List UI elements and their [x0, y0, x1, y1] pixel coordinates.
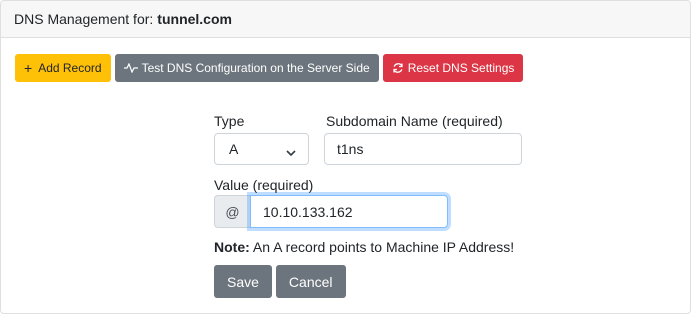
toolbar: + Add Record Test DNS Configuration on t…	[15, 54, 524, 82]
dns-management-card: DNS Management for: tunnel.com + Add Rec…	[0, 0, 691, 314]
form-actions: Save Cancel	[214, 265, 346, 298]
type-select-value: A	[229, 141, 239, 157]
add-record-button[interactable]: + Add Record	[15, 54, 111, 82]
test-dns-button[interactable]: Test DNS Configuration on the Server Sid…	[114, 54, 379, 82]
reset-dns-label: Reset DNS Settings	[407, 61, 515, 75]
value-prefix-addon: @	[214, 195, 250, 228]
note-label: Note:	[214, 239, 250, 255]
refresh-icon	[392, 62, 404, 74]
value-input[interactable]	[250, 195, 448, 228]
add-record-label: Add Record	[38, 61, 102, 75]
card-header: DNS Management for: tunnel.com	[1, 1, 690, 38]
reset-dns-button[interactable]: Reset DNS Settings	[382, 54, 524, 82]
plus-icon: +	[24, 60, 33, 76]
type-label: Type	[214, 113, 245, 129]
subdomain-label: Subdomain Name (required)	[326, 113, 503, 129]
value-label: Value (required)	[214, 177, 314, 193]
header-title: DNS Management for:	[14, 11, 154, 27]
header-domain: tunnel.com	[157, 11, 232, 27]
chevron-down-icon	[286, 144, 296, 160]
cancel-button[interactable]: Cancel	[275, 265, 346, 298]
type-select[interactable]: A	[214, 133, 309, 165]
record-note: Note: An A record points to Machine IP A…	[214, 239, 514, 255]
save-button[interactable]: Save	[214, 265, 272, 298]
test-dns-label: Test DNS Configuration on the Server Sid…	[141, 61, 370, 75]
note-text: An A record points to Machine IP Address…	[249, 239, 515, 255]
pulse-icon	[123, 63, 138, 73]
subdomain-input[interactable]	[324, 133, 522, 165]
